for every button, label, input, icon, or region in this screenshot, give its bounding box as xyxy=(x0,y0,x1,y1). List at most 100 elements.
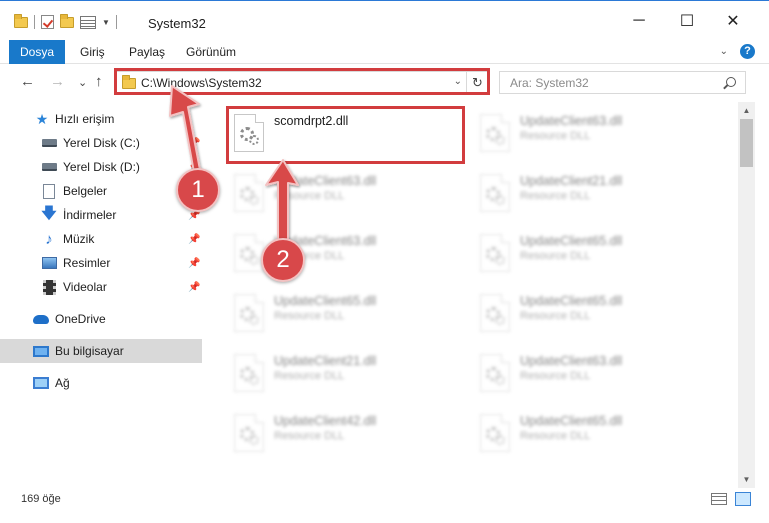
sidebar-item-documents[interactable]: Belgeler 📌 xyxy=(0,179,202,203)
close-button[interactable]: ✕ xyxy=(718,9,748,33)
file-item[interactable]: UpdateClient21.dll Resource DLL xyxy=(474,168,714,222)
file-type: Resource DLL xyxy=(520,130,591,142)
sidebar-item-label: Ağ xyxy=(55,376,70,390)
sidebar-item-quick-access[interactable]: ★ Hızlı erişim xyxy=(0,107,202,131)
video-icon xyxy=(41,279,57,295)
sidebar-item-pictures[interactable]: Resimler 📌 xyxy=(0,251,202,275)
dll-file-icon xyxy=(480,114,510,152)
document-icon xyxy=(41,183,57,199)
sidebar-item-music[interactable]: ♪ Müzik 📌 xyxy=(0,227,202,251)
item-count: 169 öğe xyxy=(21,493,61,505)
sidebar-item-label: Videolar xyxy=(63,280,107,294)
properties-icon[interactable] xyxy=(80,15,96,29)
properties-check-icon[interactable] xyxy=(41,15,54,29)
onedrive-icon xyxy=(33,311,49,327)
toolbar-divider xyxy=(34,15,35,29)
file-item[interactable]: UpdateClient42.dll Resource DLL xyxy=(228,408,468,462)
file-item[interactable]: UpdateClient63.dll Resource DLL xyxy=(228,168,468,222)
help-icon[interactable]: ? xyxy=(740,44,755,59)
download-icon: 🡇 xyxy=(41,204,57,222)
minimize-button[interactable]: ─ xyxy=(624,9,654,33)
file-name: UpdateClient42.dll xyxy=(274,414,377,428)
pin-icon: 📌 xyxy=(188,257,201,269)
step-1-badge: 1 xyxy=(176,168,220,212)
pin-icon: 📌 xyxy=(188,281,201,293)
file-type: Resource DLL xyxy=(520,310,591,322)
back-button[interactable]: ← xyxy=(20,73,35,90)
sidebar-item-label: Hızlı erişim xyxy=(55,112,115,126)
dll-file-icon xyxy=(234,174,264,212)
file-name: UpdateClient21.dll xyxy=(520,174,623,188)
dll-file-icon xyxy=(480,354,510,392)
file-item[interactable]: UpdateClient63.dll Resource DLL xyxy=(474,108,714,162)
file-item[interactable]: UpdateClient65.dll Resource DLL xyxy=(228,288,468,342)
computer-icon xyxy=(33,343,49,359)
recent-locations-dropdown[interactable]: ⌄ xyxy=(78,76,87,89)
vertical-scrollbar[interactable]: ▲ ▼ xyxy=(738,102,755,488)
address-highlight-box xyxy=(114,68,490,95)
dll-file-icon xyxy=(234,294,264,332)
dll-file-icon xyxy=(480,414,510,452)
sidebar-item-this-pc[interactable]: Bu bilgisayar xyxy=(0,339,202,363)
tab-file[interactable]: Dosya xyxy=(9,40,65,64)
scroll-up-arrow-icon[interactable]: ▲ xyxy=(738,102,755,119)
file-type: Resource DLL xyxy=(520,370,591,382)
file-name: UpdateClient65.dll xyxy=(520,294,623,308)
window-title: System32 xyxy=(148,16,206,31)
file-item[interactable]: UpdateClient63.dll Resource DLL xyxy=(474,348,714,402)
folder-icon xyxy=(14,13,28,28)
details-view-icon[interactable] xyxy=(711,493,727,505)
toolbar-divider xyxy=(115,15,117,29)
new-folder-icon[interactable] xyxy=(60,13,74,28)
file-type: Resource DLL xyxy=(520,190,591,202)
ribbon-tabs: Dosya Giriş Paylaş Görünüm ⌄ ? xyxy=(0,40,769,64)
large-icons-view-icon[interactable] xyxy=(735,492,751,506)
forward-button[interactable]: → xyxy=(50,73,65,90)
title-bar: ▼ System32 ─ ☐ ✕ xyxy=(0,0,769,40)
sidebar-item-label: Yerel Disk (D:) xyxy=(63,160,140,174)
sidebar-item-disk-d[interactable]: Yerel Disk (D:) 📌 xyxy=(0,155,202,179)
file-type: Resource DLL xyxy=(274,430,345,442)
sidebar-item-label: İndirmeler xyxy=(63,208,117,222)
scroll-down-arrow-icon[interactable]: ▼ xyxy=(738,471,755,488)
status-bar: 169 öğe xyxy=(0,488,769,523)
file-name: UpdateClient65.dll xyxy=(274,294,377,308)
sidebar-item-label: Yerel Disk (C:) xyxy=(63,136,140,150)
pin-icon: 📌 xyxy=(188,137,201,149)
file-item[interactable]: UpdateClient21.dll Resource DLL xyxy=(228,348,468,402)
file-type: Resource DLL xyxy=(520,250,591,262)
sidebar-item-network[interactable]: Ağ xyxy=(0,371,202,395)
search-input[interactable]: Ara: System32 xyxy=(510,76,589,90)
dll-file-icon xyxy=(480,294,510,332)
sidebar-item-label: Resimler xyxy=(63,256,111,270)
tab-share[interactable]: Paylaş xyxy=(119,40,175,64)
sidebar-item-videos[interactable]: Videolar 📌 xyxy=(0,275,202,299)
file-name: UpdateClient63.dll xyxy=(520,114,623,128)
sidebar-item-label: OneDrive xyxy=(55,312,106,326)
file-name: UpdateClient63.dll xyxy=(520,354,623,368)
sidebar-item-label: Müzik xyxy=(63,232,95,246)
drive-icon xyxy=(41,159,57,175)
tab-view[interactable]: Görünüm xyxy=(176,40,246,64)
sidebar-item-label: Belgeler xyxy=(63,184,108,198)
maximize-button[interactable]: ☐ xyxy=(672,9,702,33)
network-icon xyxy=(33,375,49,391)
sidebar-item-disk-c[interactable]: Yerel Disk (C:) 📌 xyxy=(0,131,202,155)
pictures-icon xyxy=(41,255,57,271)
scrollbar-thumb[interactable] xyxy=(740,119,753,167)
file-item[interactable]: UpdateClient65.dll Resource DLL xyxy=(474,288,714,342)
sidebar-item-downloads[interactable]: 🡇 İndirmeler 📌 xyxy=(0,203,202,227)
file-highlight-box xyxy=(226,106,465,164)
file-item[interactable]: UpdateClient65.dll Resource DLL xyxy=(474,408,714,462)
tab-home[interactable]: Giriş xyxy=(70,40,115,64)
expand-ribbon-chevron-icon[interactable]: ⌄ xyxy=(720,46,728,57)
up-button[interactable]: ↑ xyxy=(95,73,103,90)
search-icon[interactable] xyxy=(726,77,736,87)
search-box[interactable]: Ara: System32 xyxy=(499,71,746,94)
file-item[interactable]: UpdateClient65.dll Resource DLL xyxy=(474,228,714,282)
file-name: UpdateClient21.dll xyxy=(274,354,377,368)
dll-file-icon xyxy=(234,414,264,452)
sidebar-item-onedrive[interactable]: OneDrive xyxy=(0,307,202,331)
dll-file-icon xyxy=(480,174,510,212)
customize-toolbar-dropdown-icon[interactable]: ▼ xyxy=(102,18,110,27)
